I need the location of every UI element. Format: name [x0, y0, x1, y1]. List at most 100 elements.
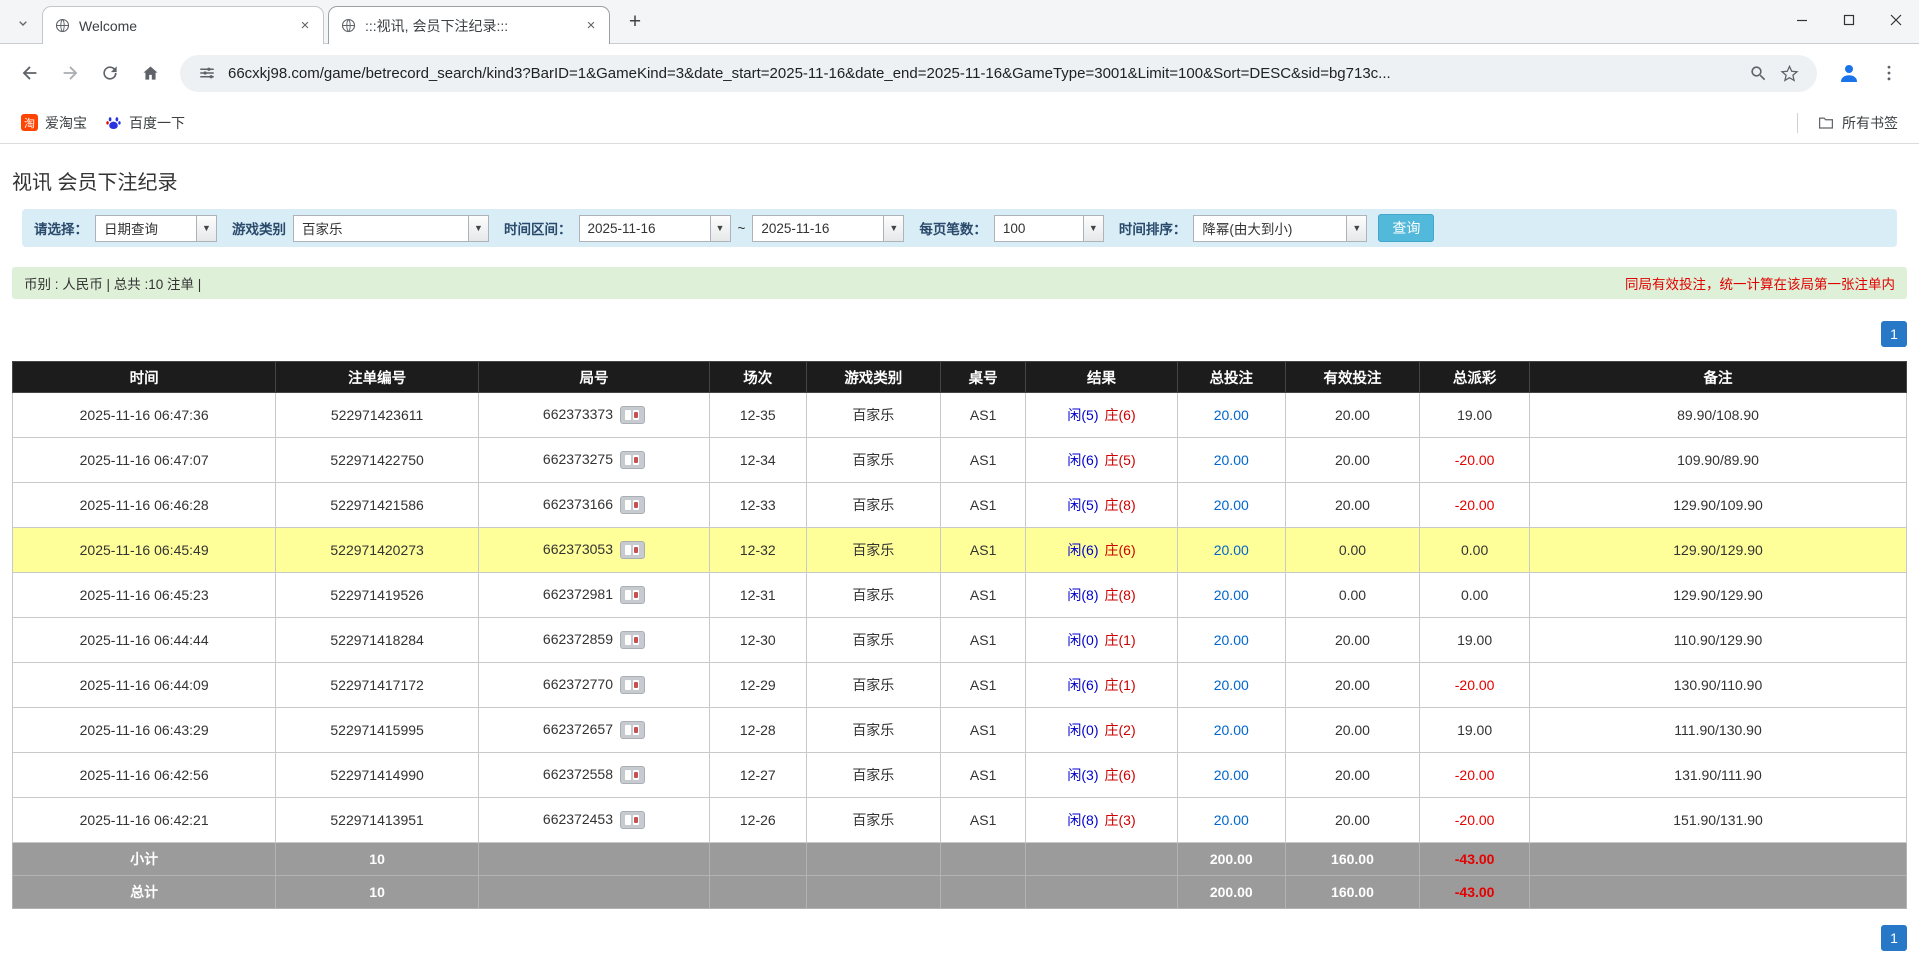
round-id-text: 662372770 — [543, 676, 613, 692]
query-type-select[interactable]: 日期查询 ▼ — [95, 215, 217, 242]
view-result-cards-icon[interactable] — [620, 631, 645, 649]
total-bet-link[interactable]: 20.00 — [1214, 812, 1249, 828]
cell-valid-bet: 20.00 — [1285, 483, 1419, 528]
cell-empty — [1530, 843, 1907, 876]
all-bookmarks-button[interactable]: 所有书签 — [1808, 108, 1907, 138]
cell-empty — [941, 843, 1026, 876]
zoom-icon[interactable] — [1743, 64, 1774, 83]
total-bet-link[interactable]: 20.00 — [1214, 497, 1249, 513]
total-bet-link[interactable]: 20.00 — [1214, 632, 1249, 648]
tab-close-icon[interactable]: × — [295, 16, 315, 36]
view-result-cards-icon[interactable] — [620, 451, 645, 469]
cell-total-bet: 20.00 — [1177, 708, 1285, 753]
banker-result: 庄(1) — [1105, 677, 1136, 693]
valid-bet-notice-text: 同局有效投注，统一计算在该局第一张注单内 — [1625, 273, 1895, 293]
tab-betrecord[interactable]: :::视讯, 会员下注纪录::: × — [328, 6, 610, 44]
profile-button[interactable] — [1829, 53, 1869, 93]
menu-button[interactable] — [1869, 53, 1909, 93]
player-result: 闲(5) — [1067, 407, 1098, 423]
cell-round-id: 662372558 — [478, 753, 709, 798]
header-remark: 备注 — [1530, 362, 1907, 393]
cell-total-bet: 20.00 — [1177, 663, 1285, 708]
subtotal-count: 10 — [276, 843, 479, 876]
bookmark-taobao[interactable]: 淘 爱淘宝 — [12, 108, 96, 138]
cell-total-bet: 20.00 — [1177, 438, 1285, 483]
view-result-cards-icon[interactable] — [620, 586, 645, 604]
banker-result: 庄(8) — [1105, 497, 1136, 513]
chevron-down-icon[interactable]: ▼ — [710, 216, 730, 241]
date-start-select[interactable]: 2025-11-16 ▼ — [579, 215, 731, 242]
bookmark-star-icon[interactable] — [1774, 64, 1805, 83]
bookmark-baidu[interactable]: 百度一下 — [96, 108, 194, 138]
chevron-down-icon[interactable]: ▼ — [883, 216, 903, 241]
total-bet-link[interactable]: 20.00 — [1214, 587, 1249, 603]
cell-bet-id: 522971414990 — [276, 753, 479, 798]
chevron-down-icon[interactable]: ▼ — [468, 216, 488, 241]
chevron-down-icon[interactable]: ▼ — [1346, 216, 1366, 241]
chevron-down-icon[interactable]: ▼ — [1083, 216, 1103, 241]
home-button[interactable] — [130, 53, 170, 93]
tab-search-button[interactable] — [6, 5, 40, 41]
view-result-cards-icon[interactable] — [620, 721, 645, 739]
url-text[interactable]: 66cxkj98.com/game/betrecord_search/kind3… — [222, 65, 1743, 82]
cell-table-no: AS1 — [941, 708, 1026, 753]
page-size-select[interactable]: 100 ▼ — [994, 215, 1104, 242]
cell-empty — [478, 876, 709, 909]
cell-time: 2025-11-16 06:44:09 — [13, 663, 276, 708]
new-tab-button[interactable]: + — [620, 7, 650, 37]
back-button[interactable] — [10, 53, 50, 93]
game-type-select[interactable]: 百家乐 ▼ — [293, 215, 489, 242]
cell-game-type: 百家乐 — [806, 663, 940, 708]
close-button[interactable] — [1872, 0, 1919, 40]
cell-table-no: AS1 — [941, 753, 1026, 798]
tab-welcome[interactable]: Welcome × — [42, 6, 324, 44]
cell-result: 闲(6)庄(6) — [1026, 528, 1178, 573]
cell-total-bet: 20.00 — [1177, 618, 1285, 663]
player-result: 闲(6) — [1067, 677, 1098, 693]
minimize-button[interactable] — [1778, 0, 1825, 40]
pagination-page-1[interactable]: 1 — [1881, 925, 1907, 951]
forward-button[interactable] — [50, 53, 90, 93]
cell-total-bet: 20.00 — [1177, 393, 1285, 438]
search-button[interactable]: 查询 — [1378, 214, 1434, 242]
subtotal-total-bet: 200.00 — [1177, 843, 1285, 876]
total-bet-link[interactable]: 20.00 — [1214, 767, 1249, 783]
cell-session: 12-35 — [709, 393, 806, 438]
view-result-cards-icon[interactable] — [620, 811, 645, 829]
view-result-cards-icon[interactable] — [620, 496, 645, 514]
cell-round-id: 662372859 — [478, 618, 709, 663]
cell-payout: -20.00 — [1420, 798, 1530, 843]
pagination-page-1[interactable]: 1 — [1881, 321, 1907, 347]
cell-session: 12-27 — [709, 753, 806, 798]
bookmarks-bar: 淘 爱淘宝 百度一下 所有书签 — [0, 102, 1919, 144]
view-result-cards-icon[interactable] — [620, 406, 645, 424]
view-result-cards-icon[interactable] — [620, 766, 645, 784]
tab-close-icon[interactable]: × — [581, 16, 601, 36]
table-row: 2025-11-16 06:44:09 522971417172 6623727… — [13, 663, 1907, 708]
date-start-value: 2025-11-16 — [580, 216, 710, 241]
total-bet-link[interactable]: 20.00 — [1214, 452, 1249, 468]
total-bet-link[interactable]: 20.00 — [1214, 407, 1249, 423]
total-bet-link[interactable]: 20.00 — [1214, 677, 1249, 693]
date-end-value: 2025-11-16 — [753, 216, 883, 241]
chevron-down-icon[interactable]: ▼ — [196, 216, 216, 241]
tab-title: :::视讯, 会员下注纪录::: — [365, 16, 581, 36]
cell-empty — [709, 876, 806, 909]
address-bar[interactable]: 66cxkj98.com/game/betrecord_search/kind3… — [180, 55, 1817, 92]
minimize-icon — [1796, 14, 1808, 26]
site-settings-icon[interactable] — [192, 64, 222, 82]
sort-order-select[interactable]: 降幂(由大到小) ▼ — [1193, 215, 1367, 242]
query-type-value: 日期查询 — [96, 216, 196, 241]
view-result-cards-icon[interactable] — [620, 541, 645, 559]
view-result-cards-icon[interactable] — [620, 676, 645, 694]
total-bet-link[interactable]: 20.00 — [1214, 722, 1249, 738]
date-end-select[interactable]: 2025-11-16 ▼ — [752, 215, 904, 242]
total-bet-link[interactable]: 20.00 — [1214, 542, 1249, 558]
maximize-button[interactable] — [1825, 0, 1872, 40]
navigation-bar: 66cxkj98.com/game/betrecord_search/kind3… — [0, 44, 1919, 102]
date-separator: ~ — [738, 221, 746, 236]
subtotal-row: 小计 10 200.00 160.00 -43.00 — [13, 843, 1907, 876]
total-row: 总计 10 200.00 160.00 -43.00 — [13, 876, 1907, 909]
refresh-button[interactable] — [90, 53, 130, 93]
cell-time: 2025-11-16 06:42:21 — [13, 798, 276, 843]
